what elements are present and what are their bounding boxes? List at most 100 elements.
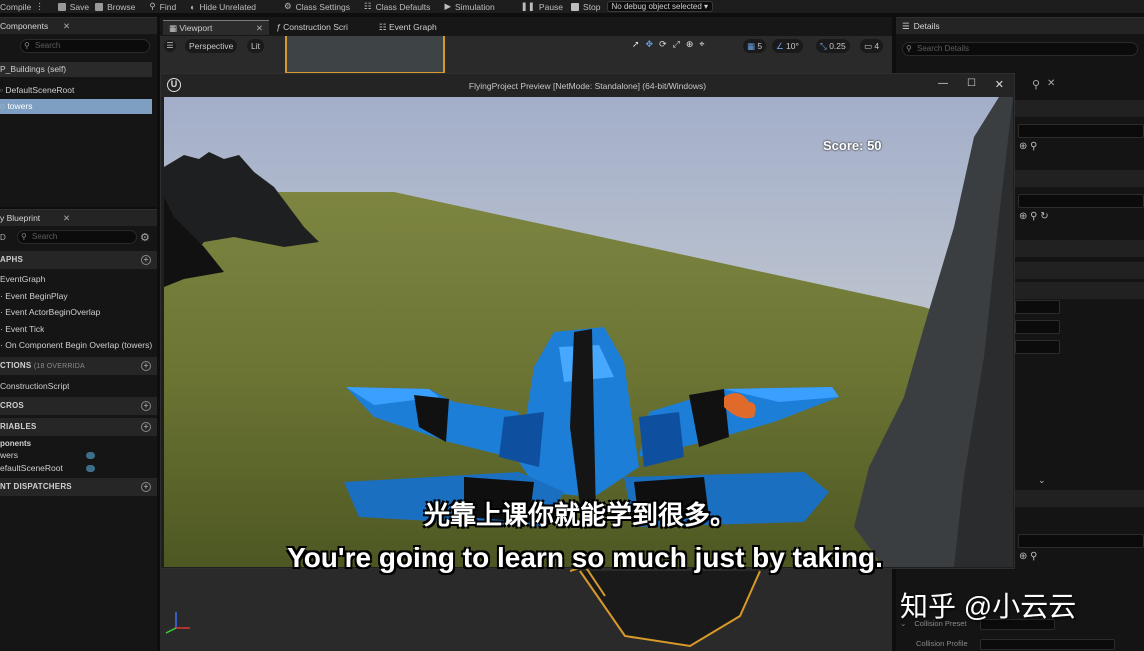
details-browse-icons[interactable]: ⊕ ⚲ [1019, 551, 1037, 562]
watermark: 知乎 @小云云 [900, 591, 1077, 622]
components-panel-header: Components ✕ [0, 17, 157, 34]
simulation-button[interactable]: ▶ Simulation [444, 1, 494, 12]
components-search-input[interactable]: ⚲ Search [20, 39, 150, 53]
function-item[interactable]: ConstructionScript [0, 379, 69, 394]
select-icon[interactable]: ➚ [632, 39, 640, 53]
move-icon[interactable]: ✥ [646, 39, 654, 53]
component-item-defaultsceneroot[interactable]: ▫ DefaultSceneRoot [0, 83, 152, 98]
graph-item[interactable]: · Event Tick [0, 322, 44, 337]
tab-event-graph[interactable]: ☷ Event Graph [373, 20, 473, 35]
grid-snap[interactable]: ▦ 5 [743, 39, 767, 53]
collision-profile-row: Collision Profile [916, 639, 1144, 651]
graph-item[interactable]: · Event BeginPlay [0, 289, 68, 304]
scale-snap-icon: ⤡ [820, 41, 827, 51]
add-graph-icon[interactable]: + [141, 255, 151, 265]
add-function-icon[interactable]: + [141, 361, 151, 371]
find-icon: ⚲ [149, 1, 156, 11]
add-macro-icon[interactable]: + [141, 401, 151, 411]
close-icon[interactable]: ✕ [63, 213, 70, 224]
add-icon[interactable]: D [0, 233, 6, 242]
details-number-field[interactable] [1015, 300, 1060, 314]
details-search-input[interactable]: ⚲ Search Details [902, 42, 1138, 56]
details-section-row [1015, 100, 1144, 117]
details-close-icon[interactable]: ✕ [1047, 78, 1055, 89]
variable-item[interactable]: efaultSceneRoot [0, 461, 100, 476]
component-item-towers[interactable]: ◌ towers [0, 99, 152, 114]
close-icon[interactable]: ✕ [63, 21, 70, 32]
details-number-field[interactable] [1015, 320, 1060, 334]
angle-icon: ∠ [776, 41, 784, 51]
angle-snap[interactable]: ∠ 10° [772, 39, 803, 53]
details-header: ☰ Details [896, 17, 1144, 34]
tab-construction-script[interactable]: ƒ Construction Scri [270, 20, 370, 35]
hamburger-icon[interactable]: ☰ [164, 40, 176, 52]
variables-section-header[interactable]: RIABLES + [0, 418, 157, 436]
bottom-mesh-outline [570, 566, 761, 648]
compile-button[interactable]: Compile ⋮ [0, 1, 44, 12]
component-root-item[interactable]: P_Buildings (self) [0, 62, 152, 77]
search-icon: ⚲ [21, 232, 27, 241]
class-settings-button[interactable]: ⚙ Class Settings [284, 1, 350, 12]
functions-section-header[interactable]: CTIONS (18 OVERRIDA + [0, 357, 157, 375]
settings-gear-icon[interactable]: ⚙ [140, 231, 150, 244]
tab-viewport[interactable]: ▦ Viewport ✕ [163, 20, 269, 35]
game-window-titlebar[interactable]: U FlyingProject Preview [NetMode: Standa… [161, 74, 1014, 97]
graph-item[interactable]: · Event ActorBeginOverlap [0, 305, 100, 320]
subtitle-english: You're going to learn so much just by ta… [287, 542, 883, 573]
subtitle-chinese: 光靠上课你就能学到很多。 [423, 500, 736, 530]
close-icon[interactable]: ✕ [995, 78, 1004, 91]
graph-item[interactable]: · On Component Begin Overlap (towers) [0, 338, 152, 353]
collision-profile-dropdown[interactable] [980, 639, 1115, 650]
save-button[interactable]: Save [57, 2, 89, 12]
expand-chevron-icon[interactable]: ⌄ [1038, 475, 1046, 486]
find-button[interactable]: ⚲ Find [149, 1, 176, 12]
axis-gizmo [165, 612, 190, 634]
lit-button[interactable]: Lit [247, 39, 264, 53]
pause-button[interactable]: ❚❚ Pause [521, 1, 563, 12]
variable-type-icon [86, 465, 95, 472]
camera-speed[interactable]: ▭ 4 [860, 39, 884, 53]
transform-tools: ➚ ✥ ⟳ ⤢ ⊕ ⌖ [632, 39, 704, 53]
minimize-icon[interactable]: — [938, 78, 948, 89]
function-icon: ƒ [276, 22, 281, 32]
close-icon[interactable]: ✕ [256, 21, 263, 36]
my-blueprint-panel: y Blueprint ✕ D ⚲ Search ⚙ APHS + EventGr… [0, 209, 157, 651]
details-browse-icons[interactable]: ⊕ ⚲ [1019, 141, 1037, 152]
debug-object-dropdown[interactable]: No debug object selected ▾ [606, 1, 714, 12]
blueprint-search-input[interactable]: ⚲ Search [17, 230, 137, 244]
graphs-section-header[interactable]: APHS + [0, 251, 157, 269]
class-defaults-icon: ☷ [364, 1, 372, 11]
details-search-icon[interactable]: ⚲ [1032, 78, 1040, 91]
details-dropdown[interactable] [1018, 124, 1144, 138]
perspective-button[interactable]: Perspective [185, 39, 238, 53]
scale-icon[interactable]: ⤢ [673, 39, 680, 53]
components-panel: Components ✕ ⚲ Search P_Buildings (self)… [0, 17, 157, 207]
add-variable-icon[interactable]: + [141, 422, 151, 432]
main-toolbar: Compile ⋮ Save Browse ⚲ Find ◐ Hide Unrelat… [0, 0, 1144, 13]
class-defaults-button[interactable]: ☷ Class Defaults [364, 1, 430, 12]
surface-snap-icon[interactable]: ⊕ [686, 39, 694, 53]
save-icon [57, 2, 66, 11]
browse-button[interactable]: Browse [95, 2, 135, 12]
scale-snap[interactable]: ⤡ 0.25 [816, 39, 850, 53]
details-material-dropdown[interactable] [1018, 194, 1144, 208]
details-number-field[interactable] [1015, 340, 1060, 354]
macros-section-header[interactable]: CROS + [0, 397, 157, 415]
stop-button[interactable]: Stop [571, 2, 601, 12]
rotate-icon[interactable]: ⟳ [659, 39, 667, 53]
maximize-icon[interactable]: ☐ [967, 78, 976, 89]
score-display: Score: 50 [823, 138, 882, 153]
event-icon: · [0, 340, 3, 350]
add-dispatcher-icon[interactable]: + [141, 482, 151, 492]
hide-unrelated-icon: ◐ [190, 1, 196, 12]
world-icon[interactable]: ⌖ [699, 39, 704, 53]
hide-unrelated-button[interactable]: ◐ Hide Unrelated [190, 2, 256, 12]
event-dispatchers-section-header[interactable]: NT DISPATCHERS + [0, 478, 157, 496]
game-window-title: FlyingProject Preview [NetMode: Standalo… [468, 80, 707, 91]
event-icon: · [0, 324, 3, 334]
details-dropdown[interactable] [1018, 534, 1144, 548]
graph-item[interactable]: EventGraph [0, 272, 45, 287]
details-material-icons[interactable]: ⊕ ⚲ ↻ [1019, 211, 1049, 222]
details-icon: ☰ [902, 20, 910, 31]
variable-type-icon [86, 452, 95, 459]
